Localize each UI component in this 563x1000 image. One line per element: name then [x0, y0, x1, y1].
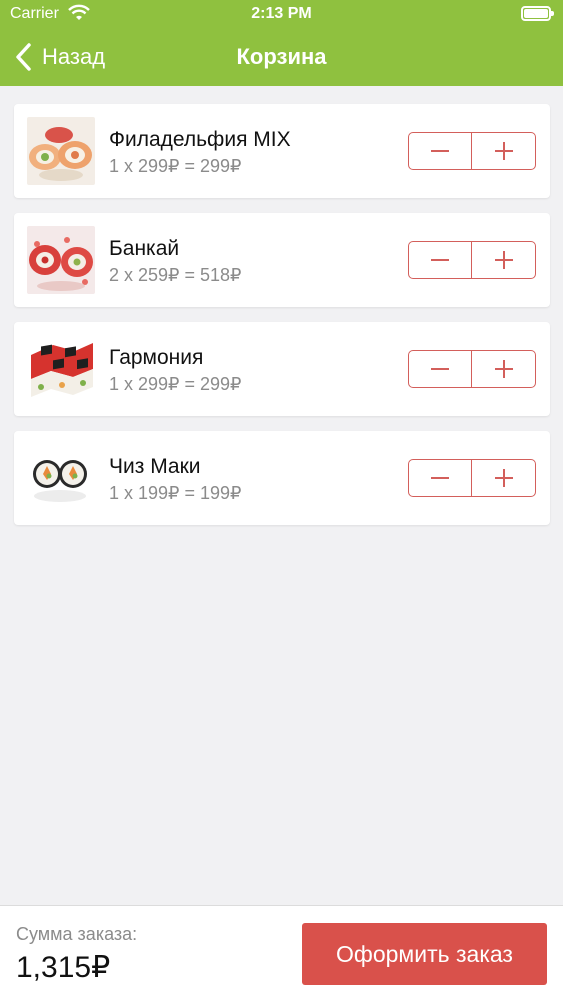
cart-item: Филадельфия MIX 1 x 299₽ = 299₽: [14, 104, 550, 198]
decrement-button[interactable]: [409, 133, 472, 169]
cart-list: Филадельфия MIX 1 x 299₽ = 299₽ Банкай 2…: [14, 104, 550, 540]
increment-button[interactable]: [472, 351, 535, 387]
increment-button[interactable]: [472, 460, 535, 496]
plus-icon: [494, 469, 513, 487]
status-bar: Carrier 2:13 PM: [0, 0, 563, 28]
cart-item: Гармония 1 x 299₽ = 299₽: [14, 322, 550, 416]
minus-icon: [431, 368, 449, 370]
plus-icon: [494, 360, 513, 378]
decrement-button[interactable]: [409, 460, 472, 496]
minus-icon: [431, 150, 449, 152]
minus-icon: [431, 259, 449, 261]
item-price: 1 x 299₽ = 299₽: [109, 374, 242, 394]
order-footer: Сумма заказа: 1,315₽ Оформить заказ: [0, 905, 563, 1000]
page-title: Корзина: [236, 44, 327, 69]
product-image: [27, 444, 95, 512]
checkout-button[interactable]: Оформить заказ: [302, 923, 547, 985]
item-name: Филадельфия MIX: [109, 128, 291, 151]
decrement-button[interactable]: [409, 242, 472, 278]
quantity-stepper: [408, 459, 536, 497]
cart-item: Банкай 2 x 259₽ = 518₽: [14, 213, 550, 307]
product-image: [27, 117, 95, 185]
minus-icon: [431, 477, 449, 479]
plus-icon: [494, 142, 513, 160]
battery-icon: [521, 6, 554, 21]
nav-bar: Назад Корзина: [0, 28, 563, 86]
item-price: 1 x 199₽ = 199₽: [109, 483, 242, 503]
quantity-stepper: [408, 132, 536, 170]
quantity-stepper: [408, 350, 536, 388]
header: Carrier 2:13 PM Назад Корзина: [0, 0, 563, 86]
increment-button[interactable]: [472, 133, 535, 169]
item-name: Гармония: [109, 346, 204, 369]
order-sum-label: Сумма заказа:: [16, 924, 138, 944]
order-sum-value: 1,315₽: [16, 951, 111, 984]
plus-icon: [494, 251, 513, 269]
product-image: [27, 226, 95, 294]
item-price: 1 x 299₽ = 299₽: [109, 156, 242, 176]
item-price: 2 x 259₽ = 518₽: [109, 265, 242, 285]
product-image: [27, 335, 95, 403]
cart-item: Чиз Маки 1 x 199₽ = 199₽: [14, 431, 550, 525]
clock: 2:13 PM: [251, 5, 312, 22]
decrement-button[interactable]: [409, 351, 472, 387]
item-name: Банкай: [109, 237, 180, 260]
item-name: Чиз Маки: [109, 455, 201, 478]
quantity-stepper: [408, 241, 536, 279]
increment-button[interactable]: [472, 242, 535, 278]
